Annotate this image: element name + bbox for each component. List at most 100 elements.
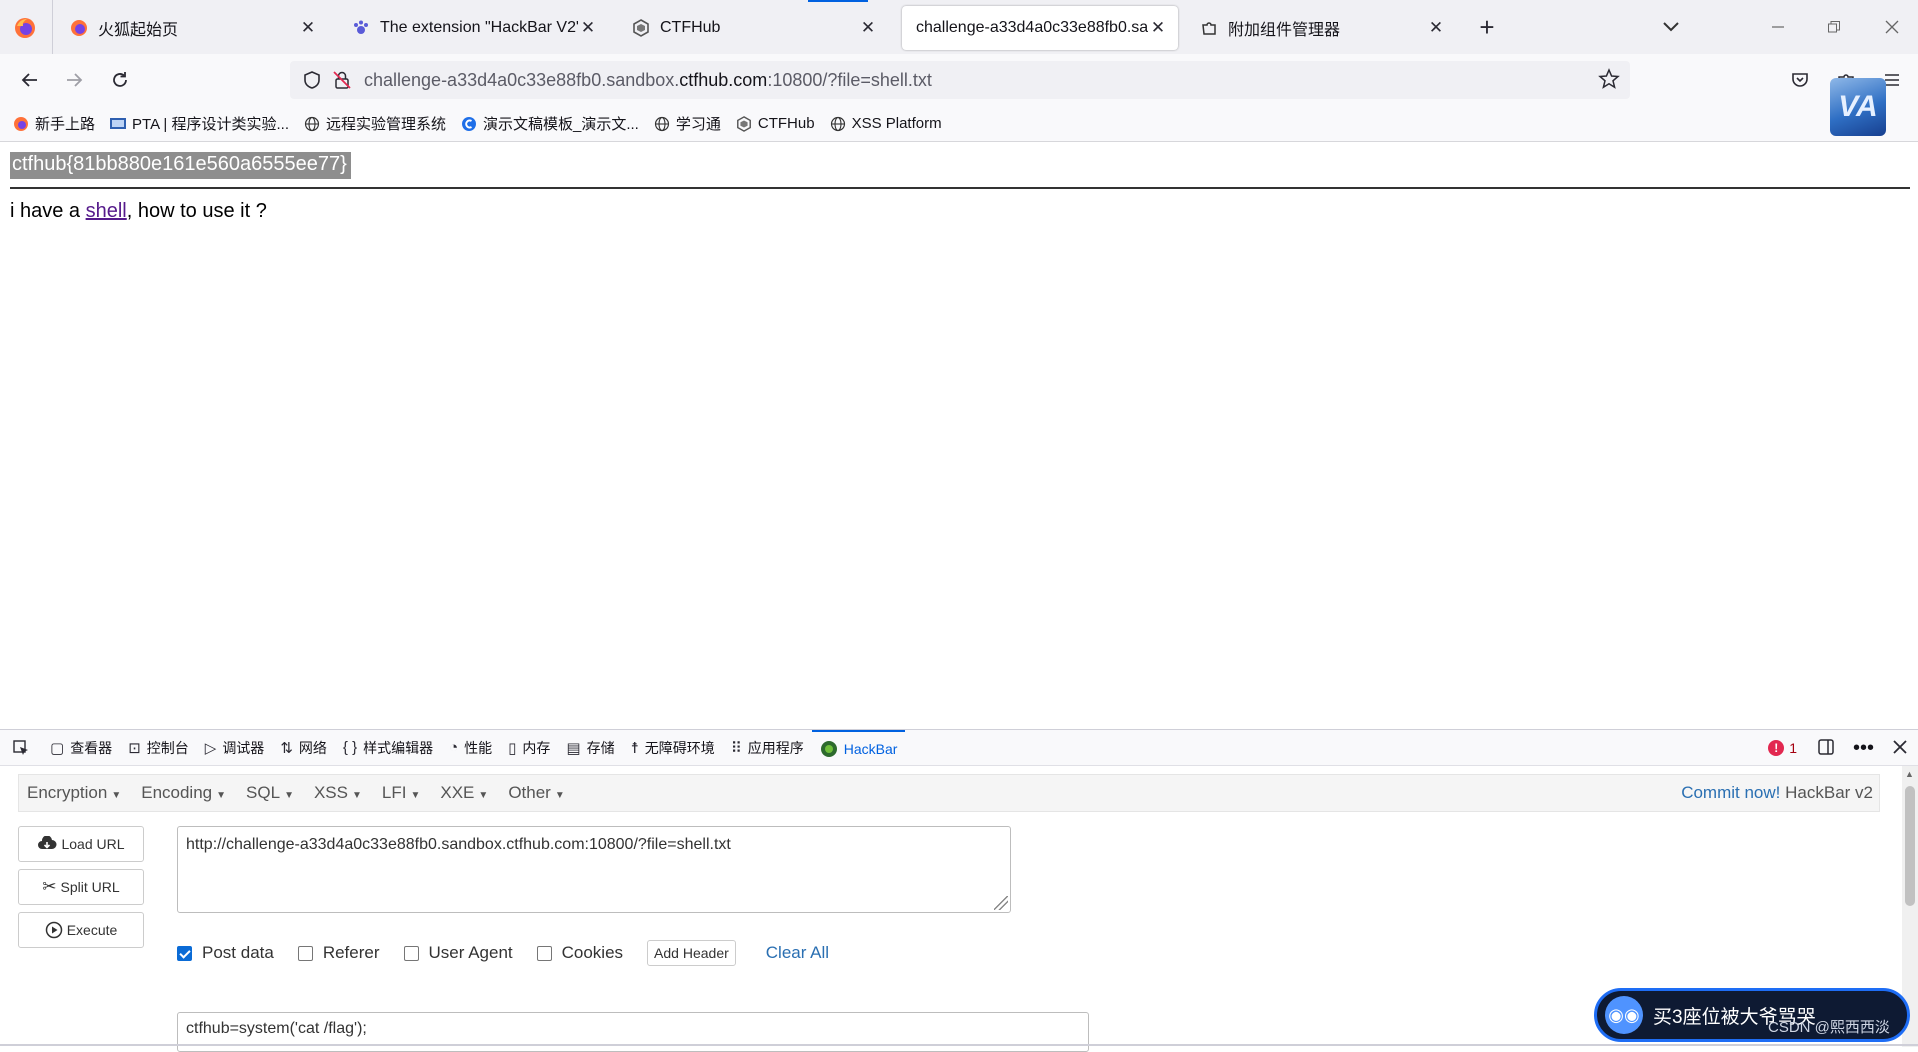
devtools-tab-debugger[interactable]: ▷ 调试器 xyxy=(197,730,273,766)
watermark-text: CSDN @熙西西淡 xyxy=(1768,1019,1890,1036)
devtools-tab-network[interactable]: ⇅ 网络 xyxy=(272,730,335,766)
close-icon[interactable]: ✕ xyxy=(1148,18,1168,38)
user-agent-checkbox[interactable]: User Agent xyxy=(403,943,513,963)
pocket-button[interactable] xyxy=(1784,64,1816,96)
devtools-tab-application[interactable]: ⠿ 应用程序 xyxy=(723,730,812,766)
site-identity-button[interactable] xyxy=(330,68,354,92)
commit-link[interactable]: Commit now! xyxy=(1681,783,1780,802)
hackbar-menubar: Encryption ▼ Encoding ▼ SQL ▼ XSS ▼ LFI ▼ XXE… xyxy=(18,774,1880,812)
caret-down-icon: ▼ xyxy=(478,790,489,801)
back-button[interactable] xyxy=(14,64,46,96)
new-tab-button[interactable]: + xyxy=(1470,12,1504,42)
referer-checkbox[interactable]: Referer xyxy=(297,943,380,963)
tab-challenge[interactable]: challenge-a33d4a0c33e88fb0.sar ✕ xyxy=(902,6,1178,50)
devtools-tab-console[interactable]: ⊡ 控制台 xyxy=(120,730,197,766)
shell-link[interactable]: shell xyxy=(86,200,127,222)
checkbox-unchecked[interactable] xyxy=(403,945,419,961)
plus-icon: + xyxy=(1479,12,1495,42)
menu-xss[interactable]: XSS ▼ xyxy=(314,783,362,803)
accessibility-icon: ☨ xyxy=(630,739,639,757)
flag-text: ctfhub{81bb880e161e560a6555ee77} xyxy=(10,152,351,179)
error-count-badge[interactable]: ! 1 xyxy=(1768,740,1797,756)
bookmark-star-button[interactable] xyxy=(1598,68,1620,95)
forward-button[interactable] xyxy=(58,64,90,96)
inspector-icon: ▢ xyxy=(50,739,65,757)
split-url-button[interactable]: ✂ Split URL xyxy=(18,869,144,905)
close-icon[interactable]: ✕ xyxy=(1426,18,1446,38)
close-icon[interactable]: ✕ xyxy=(298,18,318,38)
tracking-protection-button[interactable] xyxy=(300,68,324,92)
bookmark-item[interactable]: 学习通 xyxy=(653,113,721,134)
checkbox-unchecked[interactable] xyxy=(536,945,552,961)
scissors-icon: ✂ xyxy=(42,877,57,896)
bookmarks-toolbar: 新手上路 PTA | 程序设计类实验... 远程实验管理系统 演示文稿模板_演示… xyxy=(0,106,1918,142)
hackbar-url-textarea[interactable]: http://challenge-a33d4a0c33e88fb0.sandbo… xyxy=(177,826,1011,913)
tab-firefox-home[interactable]: 火狐起始页 ✕ xyxy=(56,6,328,50)
minimize-button[interactable] xyxy=(1758,14,1798,40)
reload-button[interactable] xyxy=(104,64,136,96)
execute-button[interactable]: Execute xyxy=(18,912,144,948)
play-circle-icon xyxy=(45,921,62,939)
arrow-left-icon xyxy=(21,73,37,87)
devtools-tab-accessibility[interactable]: ☨ 无障碍环境 xyxy=(623,730,723,766)
devtools-tab-style-editor[interactable]: { } 样式编辑器 xyxy=(335,730,441,766)
extension-avatar-icon[interactable]: VA xyxy=(1830,78,1886,136)
tab-hackbar-extension[interactable]: The extension "HackBar V2" i ✕ xyxy=(338,6,608,50)
menu-xxe[interactable]: XXE ▼ xyxy=(440,783,488,803)
tab-addons-manager[interactable]: 附加组件管理器 ✕ xyxy=(1186,6,1456,50)
devtools-tab-inspector[interactable]: ▢ 查看器 xyxy=(42,730,120,766)
menu-sql[interactable]: SQL ▼ xyxy=(246,783,294,803)
post-data-checkbox[interactable]: Post data xyxy=(177,943,274,963)
tab-label: challenge-a33d4a0c33e88fb0.sar xyxy=(916,19,1148,36)
close-icon[interactable]: ✕ xyxy=(578,18,598,38)
bookmark-item[interactable]: 新手上路 xyxy=(12,113,95,134)
close-window-button[interactable] xyxy=(1872,14,1912,40)
checkbox-unchecked[interactable] xyxy=(297,945,313,961)
url-host: ctfhub.com xyxy=(679,69,768,90)
menu-encoding[interactable]: Encoding ▼ xyxy=(141,783,226,803)
bookmark-item[interactable]: CTFHub xyxy=(735,115,815,133)
bookmark-item[interactable]: XSS Platform xyxy=(829,115,942,133)
insecure-lock-icon xyxy=(333,71,351,89)
devtools-tab-performance[interactable]: ◔ 性能 xyxy=(441,730,500,766)
menu-lfi[interactable]: LFI ▼ xyxy=(382,783,420,803)
devtools-tab-label: 查看器 xyxy=(70,739,113,756)
devtools-tab-label: HackBar xyxy=(843,740,898,757)
bookmark-item[interactable]: PTA | 程序设计类实验... xyxy=(109,113,289,134)
menu-encryption[interactable]: Encryption ▼ xyxy=(27,783,121,803)
navigation-bar: challenge-a33d4a0c33e88fb0.sandbox.ctfhu… xyxy=(0,54,1918,106)
close-icon[interactable]: ✕ xyxy=(858,18,878,38)
url-bar[interactable]: challenge-a33d4a0c33e88fb0.sandbox.ctfhu… xyxy=(290,61,1630,99)
devtools-tab-hackbar[interactable]: HackBar xyxy=(811,729,906,766)
devtools-tab-label: 内存 xyxy=(522,739,551,756)
url-text[interactable]: challenge-a33d4a0c33e88fb0.sandbox.ctfhu… xyxy=(364,70,932,91)
url-suffix: :10800/?file=shell.txt xyxy=(767,69,932,90)
globe-icon xyxy=(829,115,847,133)
paragraph-text: , how to use it ? xyxy=(126,200,267,222)
more-options-button[interactable]: ••• xyxy=(1853,738,1874,758)
restore-button[interactable] xyxy=(1814,14,1854,40)
checkbox-checked[interactable] xyxy=(177,945,192,961)
load-url-button[interactable]: Load URL xyxy=(18,826,144,862)
close-devtools-button[interactable] xyxy=(1892,739,1908,758)
devtools-tab-memory[interactable]: ▯ 内存 xyxy=(500,730,558,766)
list-all-tabs-button[interactable] xyxy=(1656,14,1686,40)
clear-all-link[interactable]: Clear All xyxy=(766,943,829,963)
menu-other[interactable]: Other ▼ xyxy=(508,783,564,803)
add-header-button[interactable]: Add Header xyxy=(647,940,736,966)
caret-down-icon: ▼ xyxy=(554,790,565,801)
menu-label: Other xyxy=(508,783,551,802)
resize-handle[interactable] xyxy=(994,896,1008,910)
cookies-checkbox[interactable]: Cookies xyxy=(536,943,623,963)
element-picker-button[interactable] xyxy=(0,730,42,766)
bookmark-item[interactable]: 远程实验管理系统 xyxy=(303,113,446,134)
devtools-tab-storage[interactable]: ▤ 存储 xyxy=(558,730,622,766)
scrollbar-thumb[interactable] xyxy=(1905,786,1915,906)
menu-label: XSS xyxy=(313,783,348,802)
scroll-up-icon[interactable]: ▲ xyxy=(1905,769,1914,779)
dock-side-button[interactable] xyxy=(1817,738,1835,759)
post-data-textarea[interactable]: ctfhub=system('cat /flag'); xyxy=(177,1012,1089,1052)
tab-ctfhub[interactable]: CTFHub ✕ xyxy=(618,6,888,50)
firefox-view-button[interactable] xyxy=(8,12,42,44)
bookmark-item[interactable]: 演示文稿模板_演示文... xyxy=(460,113,639,134)
